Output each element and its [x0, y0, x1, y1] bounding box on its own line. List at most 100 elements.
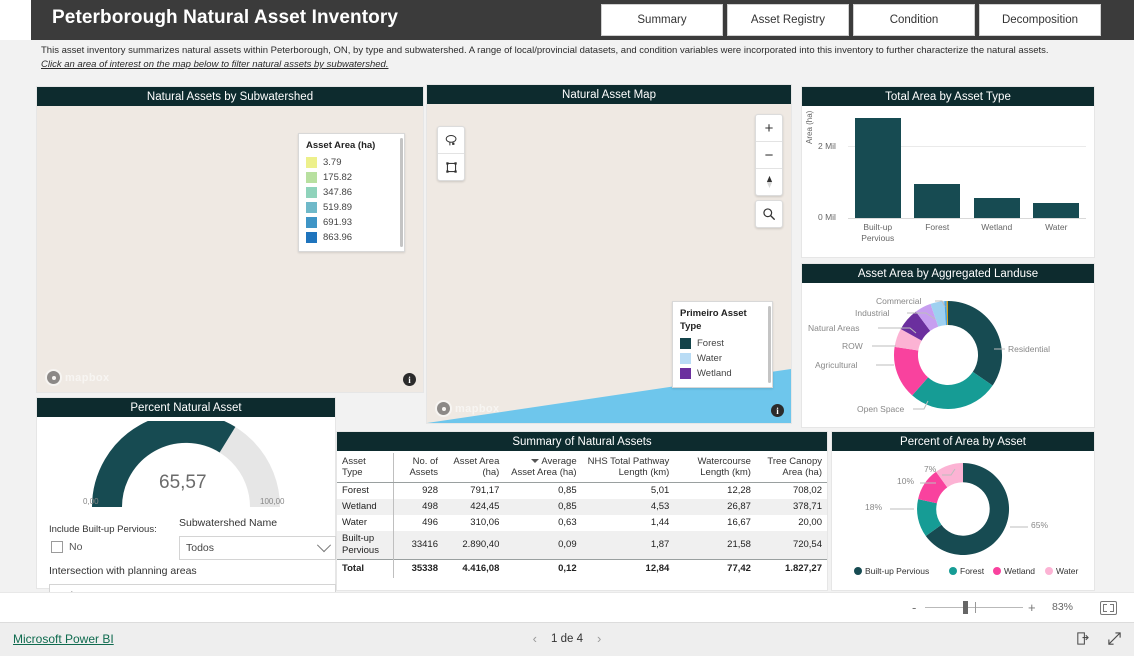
legend-title-asset-area: Asset Area (ha): [306, 140, 376, 151]
col-average-asset-area[interactable]: Average Asset Area (ha): [504, 453, 582, 483]
cell-average-area: 0,85: [504, 499, 582, 515]
gauge-value: 65,57: [159, 472, 207, 493]
cell-watercourse-length: 12,28: [727, 485, 751, 496]
bar-label-built-up-pervious: Built-up Pervious: [861, 222, 895, 243]
cell-asset-type: Water: [342, 517, 367, 528]
box-select-icon[interactable]: [438, 153, 464, 180]
filter-label-subwatershed: Subwatershed Name: [179, 517, 278, 529]
col-asset-area[interactable]: Asset Area (ha): [442, 453, 505, 483]
dropdown-subwatershed-name[interactable]: Todos: [179, 536, 336, 560]
cell-nhs-length: 4,53: [581, 499, 675, 515]
mapbox-mark-icon: [45, 369, 62, 386]
legend-label: 863.96: [323, 232, 353, 243]
legend-scrollbar[interactable]: [768, 306, 771, 383]
zoom-slider-thumb[interactable]: [963, 601, 968, 614]
label-residential: Residential: [1008, 344, 1051, 354]
checkbox-include-builtup[interactable]: No: [51, 541, 82, 553]
legend-label: Forest: [960, 566, 985, 576]
bar-chart-axis-line: [848, 218, 1086, 219]
fit-to-page-icon[interactable]: [1100, 601, 1117, 615]
landuse-donut-chart[interactable]: Commercial Industrial Natural Areas ROW …: [802, 283, 1094, 427]
cell-average-area: 0,85: [558, 485, 577, 496]
table-row[interactable]: Forest 928 791,17 0,85 5,01 12,28 708,02: [337, 482, 827, 499]
col-watercourse-length[interactable]: Watercourse Length (km): [674, 453, 756, 483]
zoom-slider-track[interactable]: [925, 607, 1023, 608]
lasso-select-icon[interactable]: [438, 127, 464, 153]
panel-percent-natural-asset: Percent Natural Asset 65,57 0,00 100,00 …: [37, 398, 336, 608]
data-label-wetland-pct: 10%: [897, 476, 915, 486]
legend-item: 347.86: [306, 185, 396, 200]
previous-page-icon[interactable]: ‹: [533, 632, 537, 646]
footer-bar: Microsoft Power BI ‹ 1 de 4 ›: [0, 622, 1134, 656]
zoom-in-button[interactable]: +: [1028, 601, 1036, 614]
data-label-forest-pct: 18%: [865, 502, 883, 512]
zoom-bar: - + 83%: [0, 592, 1134, 623]
subwatershed-map-canvas[interactable]: Asset Area (ha) 3.79 175.82 347.86 519.8…: [37, 106, 423, 392]
bar-water[interactable]: [1033, 203, 1080, 218]
bar-wetland[interactable]: [973, 198, 1020, 218]
legend-item-water[interactable]: Water: [1045, 566, 1078, 576]
description-filter-link[interactable]: Click an area of interest on the map bel…: [41, 59, 388, 70]
slice-residential: [948, 301, 1003, 386]
map-zoom-controls: + −: [755, 114, 783, 196]
col-nhs-total-pathway-length[interactable]: NHS Total Pathway Length (km): [581, 453, 675, 483]
description-text: This asset inventory summarizes natural …: [41, 45, 1049, 56]
cell-canopy-area: 20,00: [798, 517, 822, 528]
summary-table: Asset Type No. of Assets Asset Area (ha)…: [337, 453, 827, 578]
cell-asset-area: 424,45: [442, 499, 505, 515]
cell-average-area: 0,63: [558, 517, 577, 528]
bar-chart-plot-area: [848, 118, 1086, 218]
legend-swatch: [306, 187, 317, 198]
tab-condition[interactable]: Condition: [853, 4, 975, 36]
gauge-chart[interactable]: 65,57 0,00 100,00 Include Built-up Pervi…: [37, 417, 336, 608]
cell-nhs-length: 1,87: [581, 531, 675, 560]
table-row[interactable]: Built-up Pervious 33416 2.890,40 0,09 1,…: [337, 531, 827, 560]
legend-swatch: [306, 157, 317, 168]
legend-item: 3.79: [306, 155, 396, 170]
zoom-out-button[interactable]: -: [912, 601, 916, 614]
gauge-body: 65,57 0,00 100,00 Include Built-up Pervi…: [37, 417, 336, 608]
legend-label: 691.93: [323, 217, 353, 228]
bar-built-up-pervious[interactable]: [854, 118, 901, 218]
fullscreen-icon[interactable]: [1107, 631, 1122, 646]
cell-total-nhs: 12,84: [581, 559, 675, 578]
legend-dot: [1045, 567, 1053, 575]
legend-item: 519.89: [306, 200, 396, 215]
percent-donut-chart[interactable]: 7% 10% 18% 65% Built-up Pervious Forest …: [832, 451, 1094, 590]
legend-swatch: [306, 202, 317, 213]
search-icon[interactable]: [756, 201, 782, 227]
map-info-icon[interactable]: i: [403, 373, 416, 386]
cell-asset-type: Wetland: [337, 499, 394, 515]
legend-item-built-up-pervious[interactable]: Built-up Pervious: [854, 566, 929, 576]
legend-item: Forest: [680, 336, 764, 351]
gauge-title: Percent Natural Asset: [37, 398, 335, 417]
table-row[interactable]: Wetland 498 424,45 0,85 4,53 26,87 378,7…: [337, 499, 827, 515]
col-no-of-assets[interactable]: No. of Assets: [392, 453, 443, 483]
share-icon[interactable]: [1075, 631, 1090, 646]
chart-title-percent-area: Percent of Area by Asset: [832, 432, 1094, 451]
bar-forest[interactable]: [914, 184, 961, 218]
legend-item-forest[interactable]: Forest: [949, 566, 984, 576]
panel-natural-assets-by-subwatershed: Natural Assets by Subwatershed Asset Are…: [37, 87, 423, 392]
footer-action-icons: [1075, 631, 1122, 646]
data-label-water-pct: 7%: [924, 464, 937, 474]
col-asset-type[interactable]: Asset Type: [337, 453, 394, 483]
legend-item-wetland[interactable]: Wetland: [993, 566, 1035, 576]
tab-summary[interactable]: Summary: [601, 4, 723, 36]
table-row[interactable]: Water 496 310,06 0,63 1,44 16,67 20,00: [337, 515, 827, 531]
tab-decomposition[interactable]: Decomposition: [979, 4, 1101, 36]
compass-icon[interactable]: [756, 168, 782, 195]
legend-swatch: [680, 338, 691, 349]
asset-map-canvas[interactable]: + − Primeiro Asset Type Forest Water Wet…: [427, 104, 791, 423]
col-tree-canopy-area[interactable]: Tree Canopy Area (ha): [755, 453, 827, 483]
zoom-out-icon[interactable]: −: [756, 141, 782, 168]
legend-label: Forest: [697, 338, 724, 349]
next-page-icon[interactable]: ›: [597, 632, 601, 646]
zoom-in-icon[interactable]: +: [756, 115, 782, 141]
legend-scrollbar[interactable]: [400, 138, 403, 247]
chart-title-total-area: Total Area by Asset Type: [802, 87, 1094, 106]
tab-asset-registry[interactable]: Asset Registry: [727, 4, 849, 36]
checkbox-label: No: [69, 541, 83, 553]
bar-chart[interactable]: Area (ha) 2 Mil 0 Mil Built-up Pervious …: [802, 106, 1094, 257]
map-info-icon[interactable]: i: [771, 404, 784, 417]
